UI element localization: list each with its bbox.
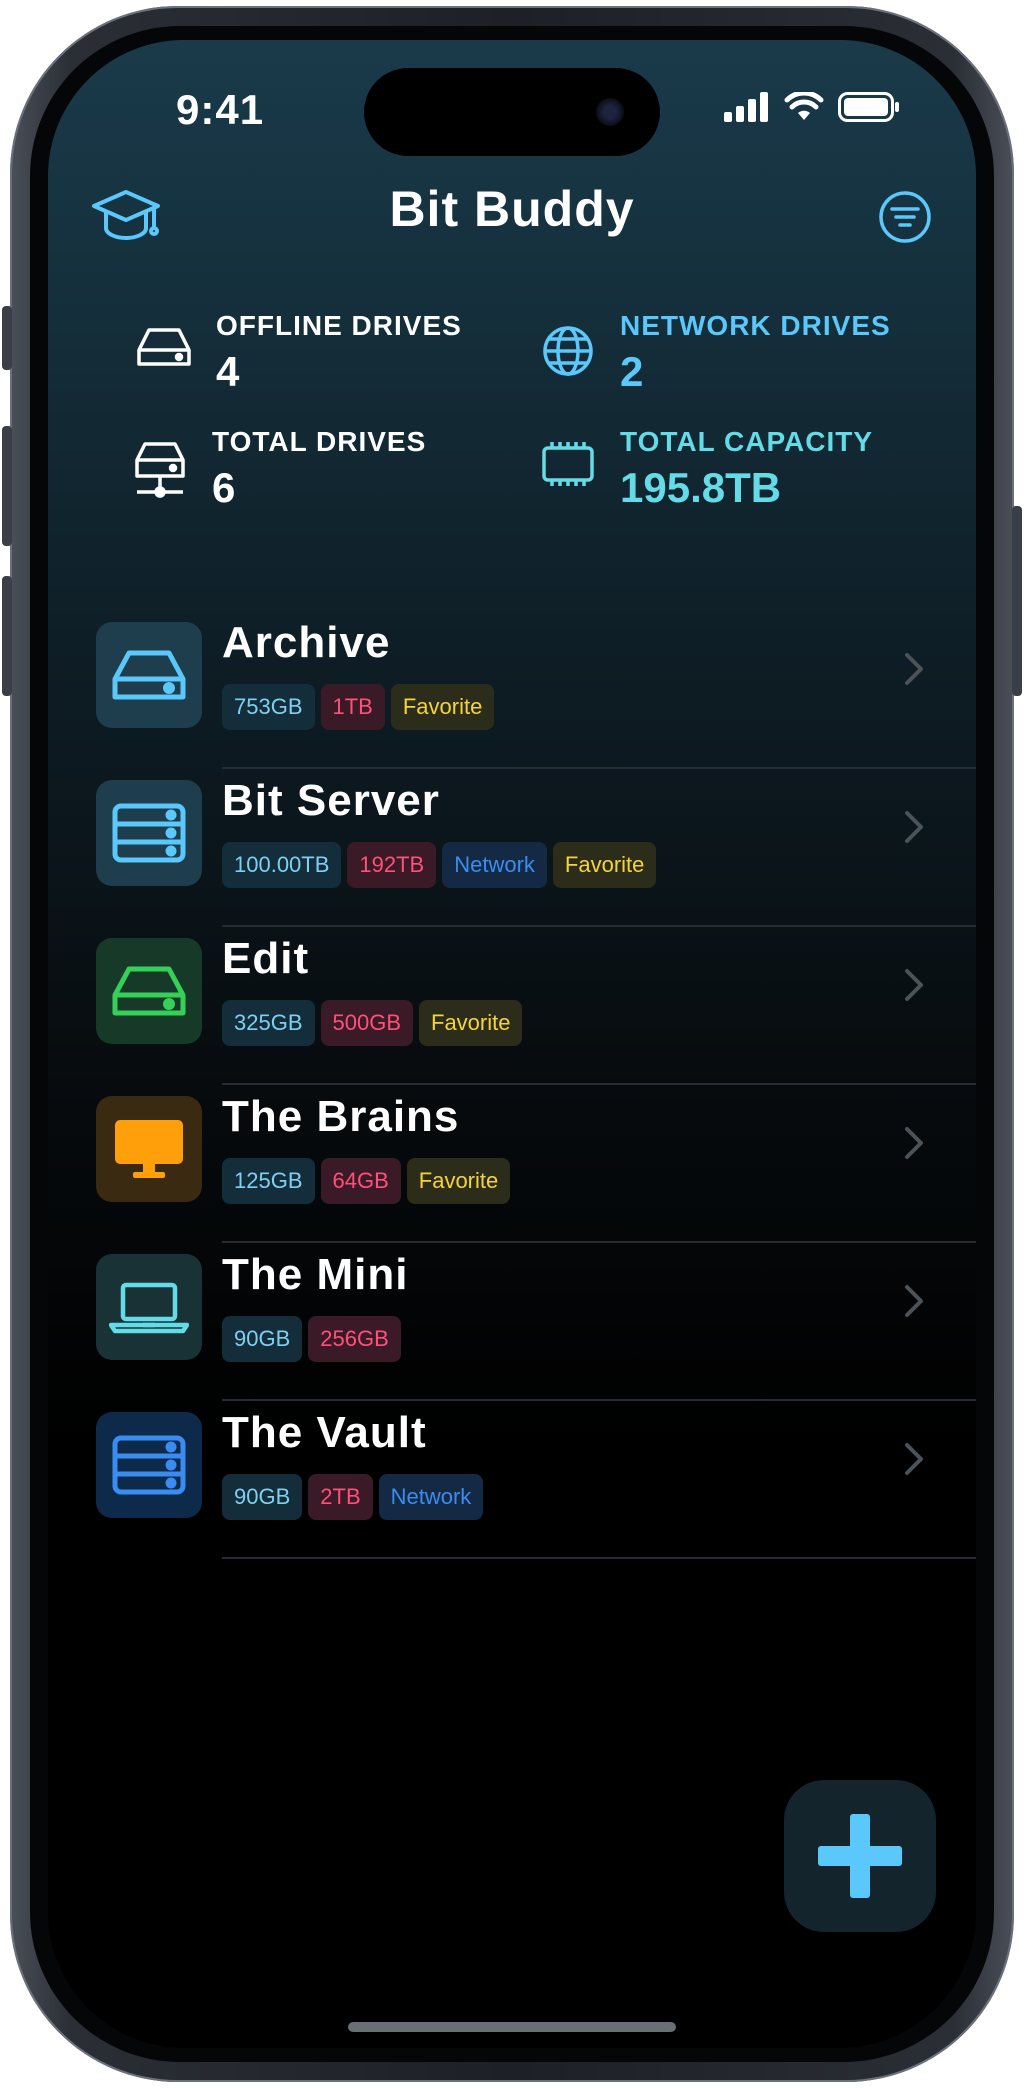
chevron-right-icon	[905, 1127, 923, 1159]
chevron-right-icon	[905, 969, 923, 1001]
favorite-badge: Favorite	[406, 1158, 511, 1204]
dynamic-island	[364, 68, 660, 156]
stat-network-drives: NETWORK DRIVES 2	[534, 310, 891, 396]
server-icon	[96, 1412, 202, 1518]
favorite-badge: Favorite	[419, 1000, 523, 1046]
drive-row-the-brains[interactable]: The Brains 125GB 64GB Favorite	[48, 1084, 976, 1243]
status-icons	[724, 92, 900, 122]
capacity-badge: 2TB	[308, 1474, 373, 1520]
drive-row-the-mini[interactable]: The Mini 90GB 256GB	[48, 1242, 976, 1401]
drive-name: The Mini	[222, 1250, 409, 1299]
drive-name: The Vault	[222, 1408, 427, 1457]
drive-name: Archive	[222, 618, 391, 667]
favorite-badge: Favorite	[552, 842, 657, 888]
stat-value: 4	[216, 348, 240, 395]
wifi-icon	[784, 92, 824, 120]
drive-name: Edit	[222, 934, 310, 983]
used-badge: 325GB	[222, 1000, 315, 1046]
status-time: 9:41	[176, 86, 265, 133]
capacity-badge: 64GB	[320, 1158, 401, 1204]
server-icon	[96, 780, 202, 886]
network-badge: Network	[442, 842, 547, 888]
memory-chip-icon	[534, 440, 602, 490]
stat-offline-drives: OFFLINE DRIVES 4	[130, 310, 462, 396]
stat-value: 195.8TB	[620, 464, 782, 511]
volume-down-button	[2, 576, 12, 696]
stat-value: 2	[620, 348, 644, 395]
chevron-right-icon	[905, 1285, 923, 1317]
drive-tags: 90GB 256GB	[222, 1316, 401, 1362]
stat-label: TOTAL DRIVES	[212, 426, 427, 457]
used-badge: 125GB	[222, 1158, 315, 1204]
divider	[222, 1557, 976, 1559]
battery-icon	[838, 92, 899, 122]
hard-drive-icon	[96, 622, 202, 728]
stat-total-drives: TOTAL DRIVES 6	[126, 426, 426, 512]
used-badge: 90GB	[222, 1474, 303, 1520]
network-badge: Network	[378, 1474, 484, 1520]
drive-name: The Brains	[222, 1092, 460, 1141]
stat-label: OFFLINE DRIVES	[216, 310, 462, 341]
chevron-right-icon	[905, 811, 923, 843]
laptop-icon	[96, 1254, 202, 1360]
action-button	[2, 306, 12, 370]
used-badge: 753GB	[222, 684, 315, 730]
desktop-icon	[96, 1096, 202, 1202]
drive-tags: 100.00TB 192TB Network Favorite	[222, 842, 657, 888]
hard-drive-icon	[130, 324, 198, 370]
drive-tags: 90GB 2TB Network	[222, 1474, 484, 1520]
drive-tags: 325GB 500GB Favorite	[222, 1000, 523, 1046]
capacity-badge: 1TB	[320, 684, 385, 730]
drive-name: Bit Server	[222, 776, 440, 825]
home-indicator[interactable]	[348, 2022, 676, 2032]
filter-icon[interactable]	[878, 190, 932, 249]
favorite-badge: Favorite	[390, 684, 495, 730]
chevron-right-icon	[905, 653, 923, 685]
hard-drive-icon	[96, 938, 202, 1044]
drive-row-the-vault[interactable]: The Vault 90GB 2TB Network	[48, 1400, 976, 1559]
stat-total-capacity: TOTAL CAPACITY 195.8TB	[534, 426, 873, 512]
network-drive-icon	[126, 440, 194, 502]
capacity-badge: 500GB	[320, 1000, 413, 1046]
drive-tags: 125GB 64GB Favorite	[222, 1158, 511, 1204]
drive-row-archive[interactable]: Archive 753GB 1TB Favorite	[48, 610, 976, 769]
camera-icon	[596, 98, 624, 126]
stat-label: TOTAL CAPACITY	[620, 426, 874, 457]
stat-value: 6	[212, 464, 236, 511]
capacity-badge: 256GB	[308, 1316, 401, 1362]
used-badge: 100.00TB	[222, 842, 342, 888]
signal-icon	[724, 92, 768, 122]
capacity-badge: 192TB	[347, 842, 437, 888]
plus-icon	[818, 1814, 902, 1898]
volume-up-button	[2, 426, 12, 546]
power-button	[1012, 506, 1022, 696]
stat-label: NETWORK DRIVES	[620, 310, 891, 341]
globe-icon	[534, 324, 602, 378]
add-drive-button[interactable]	[784, 1780, 936, 1932]
drive-tags: 753GB 1TB Favorite	[222, 684, 495, 730]
app-screen: 9:41 Bit Buddy OFFLINE DRIVES 4 NETWORK …	[48, 40, 976, 2048]
chevron-right-icon	[905, 1443, 923, 1475]
drive-row-bit-server[interactable]: Bit Server 100.00TB 192TB Network Favori…	[48, 768, 976, 927]
used-badge: 90GB	[222, 1316, 303, 1362]
drive-row-edit[interactable]: Edit 325GB 500GB Favorite	[48, 926, 976, 1085]
page-title: Bit Buddy	[389, 181, 635, 237]
